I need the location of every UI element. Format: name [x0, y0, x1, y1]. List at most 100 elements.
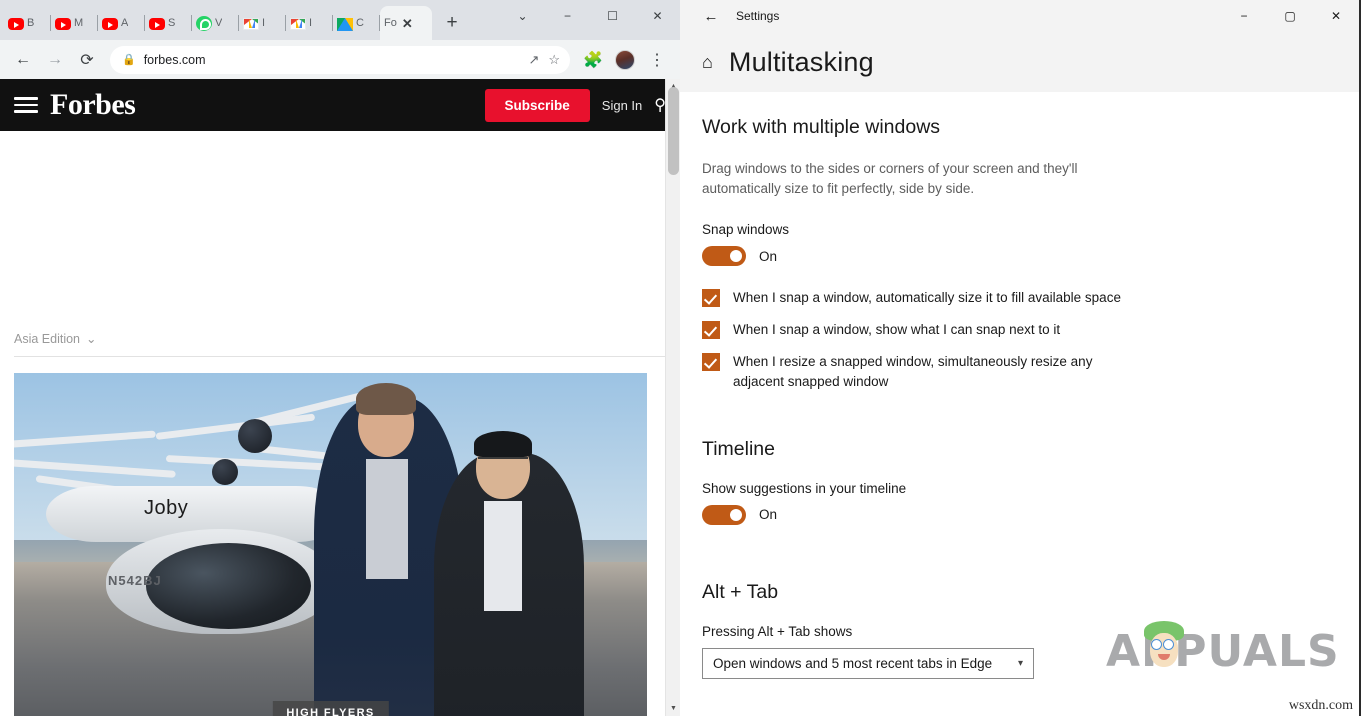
google-drive-icon: [337, 17, 353, 31]
section-description: Drag windows to the sides or corners of …: [702, 161, 1078, 196]
person-right-shirt: [484, 501, 522, 611]
section-heading-multiple-windows: Work with multiple windows: [702, 116, 941, 138]
screen-root: B M A S V I I C Fo ✕ + ⌄ − ☐ ✕ ← → ⟳ 🔒 f…: [0, 0, 1361, 716]
browser-toolbar: ← → ⟳ 🔒 forbes.com ↗ ☆ 🧩 ⋮: [0, 40, 680, 79]
toggle-knob: [730, 250, 742, 263]
extensions-icon[interactable]: 🧩: [578, 45, 608, 75]
omnibox-icons: ↗ ☆: [528, 52, 564, 68]
subscribe-button[interactable]: Subscribe: [484, 88, 590, 122]
bookmark-star-icon[interactable]: ☆: [548, 52, 560, 68]
aircraft-registration: N542BJ: [108, 573, 162, 588]
page-scrollbar[interactable]: ▲ ▼: [665, 79, 680, 716]
chevron-down-icon: ⌄: [86, 332, 97, 346]
address-bar[interactable]: 🔒 forbes.com ↗ ☆: [110, 45, 570, 74]
browser-tab[interactable]: A: [98, 6, 145, 40]
sign-in-link[interactable]: Sign In: [602, 98, 642, 113]
browser-tab[interactable]: C: [333, 6, 380, 40]
browser-tab[interactable]: V: [192, 6, 239, 40]
share-icon[interactable]: ↗: [528, 52, 539, 68]
new-tab-button[interactable]: +: [438, 9, 466, 37]
tab-search-icon[interactable]: ⌄: [500, 0, 545, 32]
close-tab-icon[interactable]: ✕: [402, 17, 413, 30]
section-heading-timeline: Timeline: [702, 437, 775, 460]
chrome-browser-window: B M A S V I I C Fo ✕ + ⌄ − ☐ ✕ ← → ⟳ 🔒 f…: [0, 0, 680, 716]
timeline-toggle-state: On: [759, 507, 778, 523]
minimize-button[interactable]: −: [545, 0, 590, 32]
person-left-shirt: [366, 459, 408, 579]
forward-button[interactable]: →: [40, 45, 70, 75]
aircraft-brand-label: Joby: [144, 497, 189, 519]
lock-icon: 🔒: [122, 54, 136, 66]
hero-image[interactable]: Joby N542BJ HIGH FLYERS: [14, 373, 647, 716]
browser-tab[interactable]: I: [286, 6, 333, 40]
maximize-button[interactable]: ☐: [590, 0, 635, 32]
close-button[interactable]: ✕: [635, 0, 680, 32]
edition-label: Asia Edition: [14, 331, 81, 346]
checkbox-fill-space[interactable]: [702, 289, 720, 308]
page-title: Multitasking: [728, 46, 874, 77]
checkbox-row-resize-adjacent[interactable]: When I resize a snapped window, simultan…: [702, 352, 1337, 390]
snap-windows-toggle[interactable]: [702, 246, 746, 267]
close-button[interactable]: ✕: [1313, 0, 1359, 32]
youtube-icon: [149, 18, 165, 30]
section-heading-alt-tab: Alt + Tab: [702, 580, 779, 603]
youtube-icon: [102, 18, 118, 30]
checkbox-label: When I snap a window, show what I can sn…: [733, 322, 1061, 338]
scroll-down-arrow-icon[interactable]: ▼: [666, 701, 680, 716]
browser-tab[interactable]: I: [239, 6, 286, 40]
alt-tab-dropdown-value: Open windows and 5 most recent tabs in E…: [713, 655, 993, 671]
checkbox-show-snap-next[interactable]: [702, 321, 720, 340]
chevron-down-icon: ▾: [1017, 657, 1023, 669]
tab-title: C: [356, 17, 364, 29]
person-right-glasses: [478, 457, 528, 469]
source-watermark: wsxdn.com: [1288, 698, 1353, 713]
browser-tab[interactable]: S: [145, 6, 192, 40]
tab-title: M: [74, 17, 84, 29]
home-icon[interactable]: ⌂: [702, 52, 713, 73]
browser-window-controls: ⌄ − ☐ ✕: [500, 0, 680, 32]
forbes-logo[interactable]: Forbes: [50, 88, 136, 122]
person-right-hair: [474, 431, 532, 457]
forbes-page-body: Asia Edition ⌄ Joby N542BJ HIGH FLYERS: [0, 131, 680, 716]
tab-title: V: [215, 17, 223, 29]
gmail-icon: [290, 18, 306, 30]
browser-menu-icon[interactable]: ⋮: [642, 45, 672, 75]
tab-title: A: [121, 17, 129, 29]
checkbox-resize-adjacent[interactable]: [702, 353, 720, 372]
browser-tab[interactable]: B: [4, 6, 51, 40]
snap-windows-toggle-state: On: [759, 248, 778, 264]
reload-button[interactable]: ⟳: [72, 45, 102, 75]
snap-windows-toggle-row[interactable]: On: [702, 246, 1337, 267]
snap-windows-label: Snap windows: [702, 222, 790, 238]
timeline-suggestions-toggle[interactable]: [702, 504, 746, 525]
back-arrow-icon[interactable]: ←: [692, 1, 730, 31]
windows-settings-window: ← Settings − ▢ ✕ ⌂ Multitasking Work wit…: [680, 0, 1361, 716]
checkbox-row-show-snap-next[interactable]: When I snap a window, show what I can sn…: [702, 320, 1337, 340]
browser-tab-active[interactable]: Fo ✕: [380, 6, 432, 40]
gmail-icon: [243, 18, 259, 30]
alt-tab-dropdown[interactable]: Open windows and 5 most recent tabs in E…: [702, 647, 1034, 679]
back-button[interactable]: ←: [8, 45, 38, 75]
avatar: [615, 49, 635, 70]
checkbox-row-fill-space[interactable]: When I snap a window, automatically size…: [702, 288, 1337, 308]
tab-title: I: [309, 17, 313, 29]
alt-tab-combo-label: Pressing Alt + Tab shows: [702, 623, 853, 639]
edition-selector[interactable]: Asia Edition ⌄: [14, 131, 665, 357]
browser-tab[interactable]: M: [51, 6, 98, 40]
minimize-button[interactable]: −: [1221, 0, 1267, 32]
tab-strip: B M A S V I I C Fo ✕ + ⌄ − ☐ ✕: [0, 0, 680, 40]
maximize-button[interactable]: ▢: [1267, 0, 1313, 32]
youtube-icon: [55, 18, 71, 30]
timeline-suggestions-label: Show suggestions in your timeline: [702, 480, 907, 496]
scrollbar-thumb[interactable]: [668, 87, 679, 175]
tab-title: B: [27, 17, 35, 29]
cabin-glass: [146, 543, 311, 629]
forbes-header: Forbes Subscribe Sign In ⚲: [0, 79, 680, 131]
profile-avatar[interactable]: [610, 45, 640, 75]
whatsapp-icon: [196, 15, 212, 31]
hero-caption-badge: HIGH FLYERS: [272, 701, 389, 716]
timeline-toggle-row[interactable]: On: [702, 504, 1337, 525]
hamburger-menu-icon[interactable]: [14, 97, 38, 113]
